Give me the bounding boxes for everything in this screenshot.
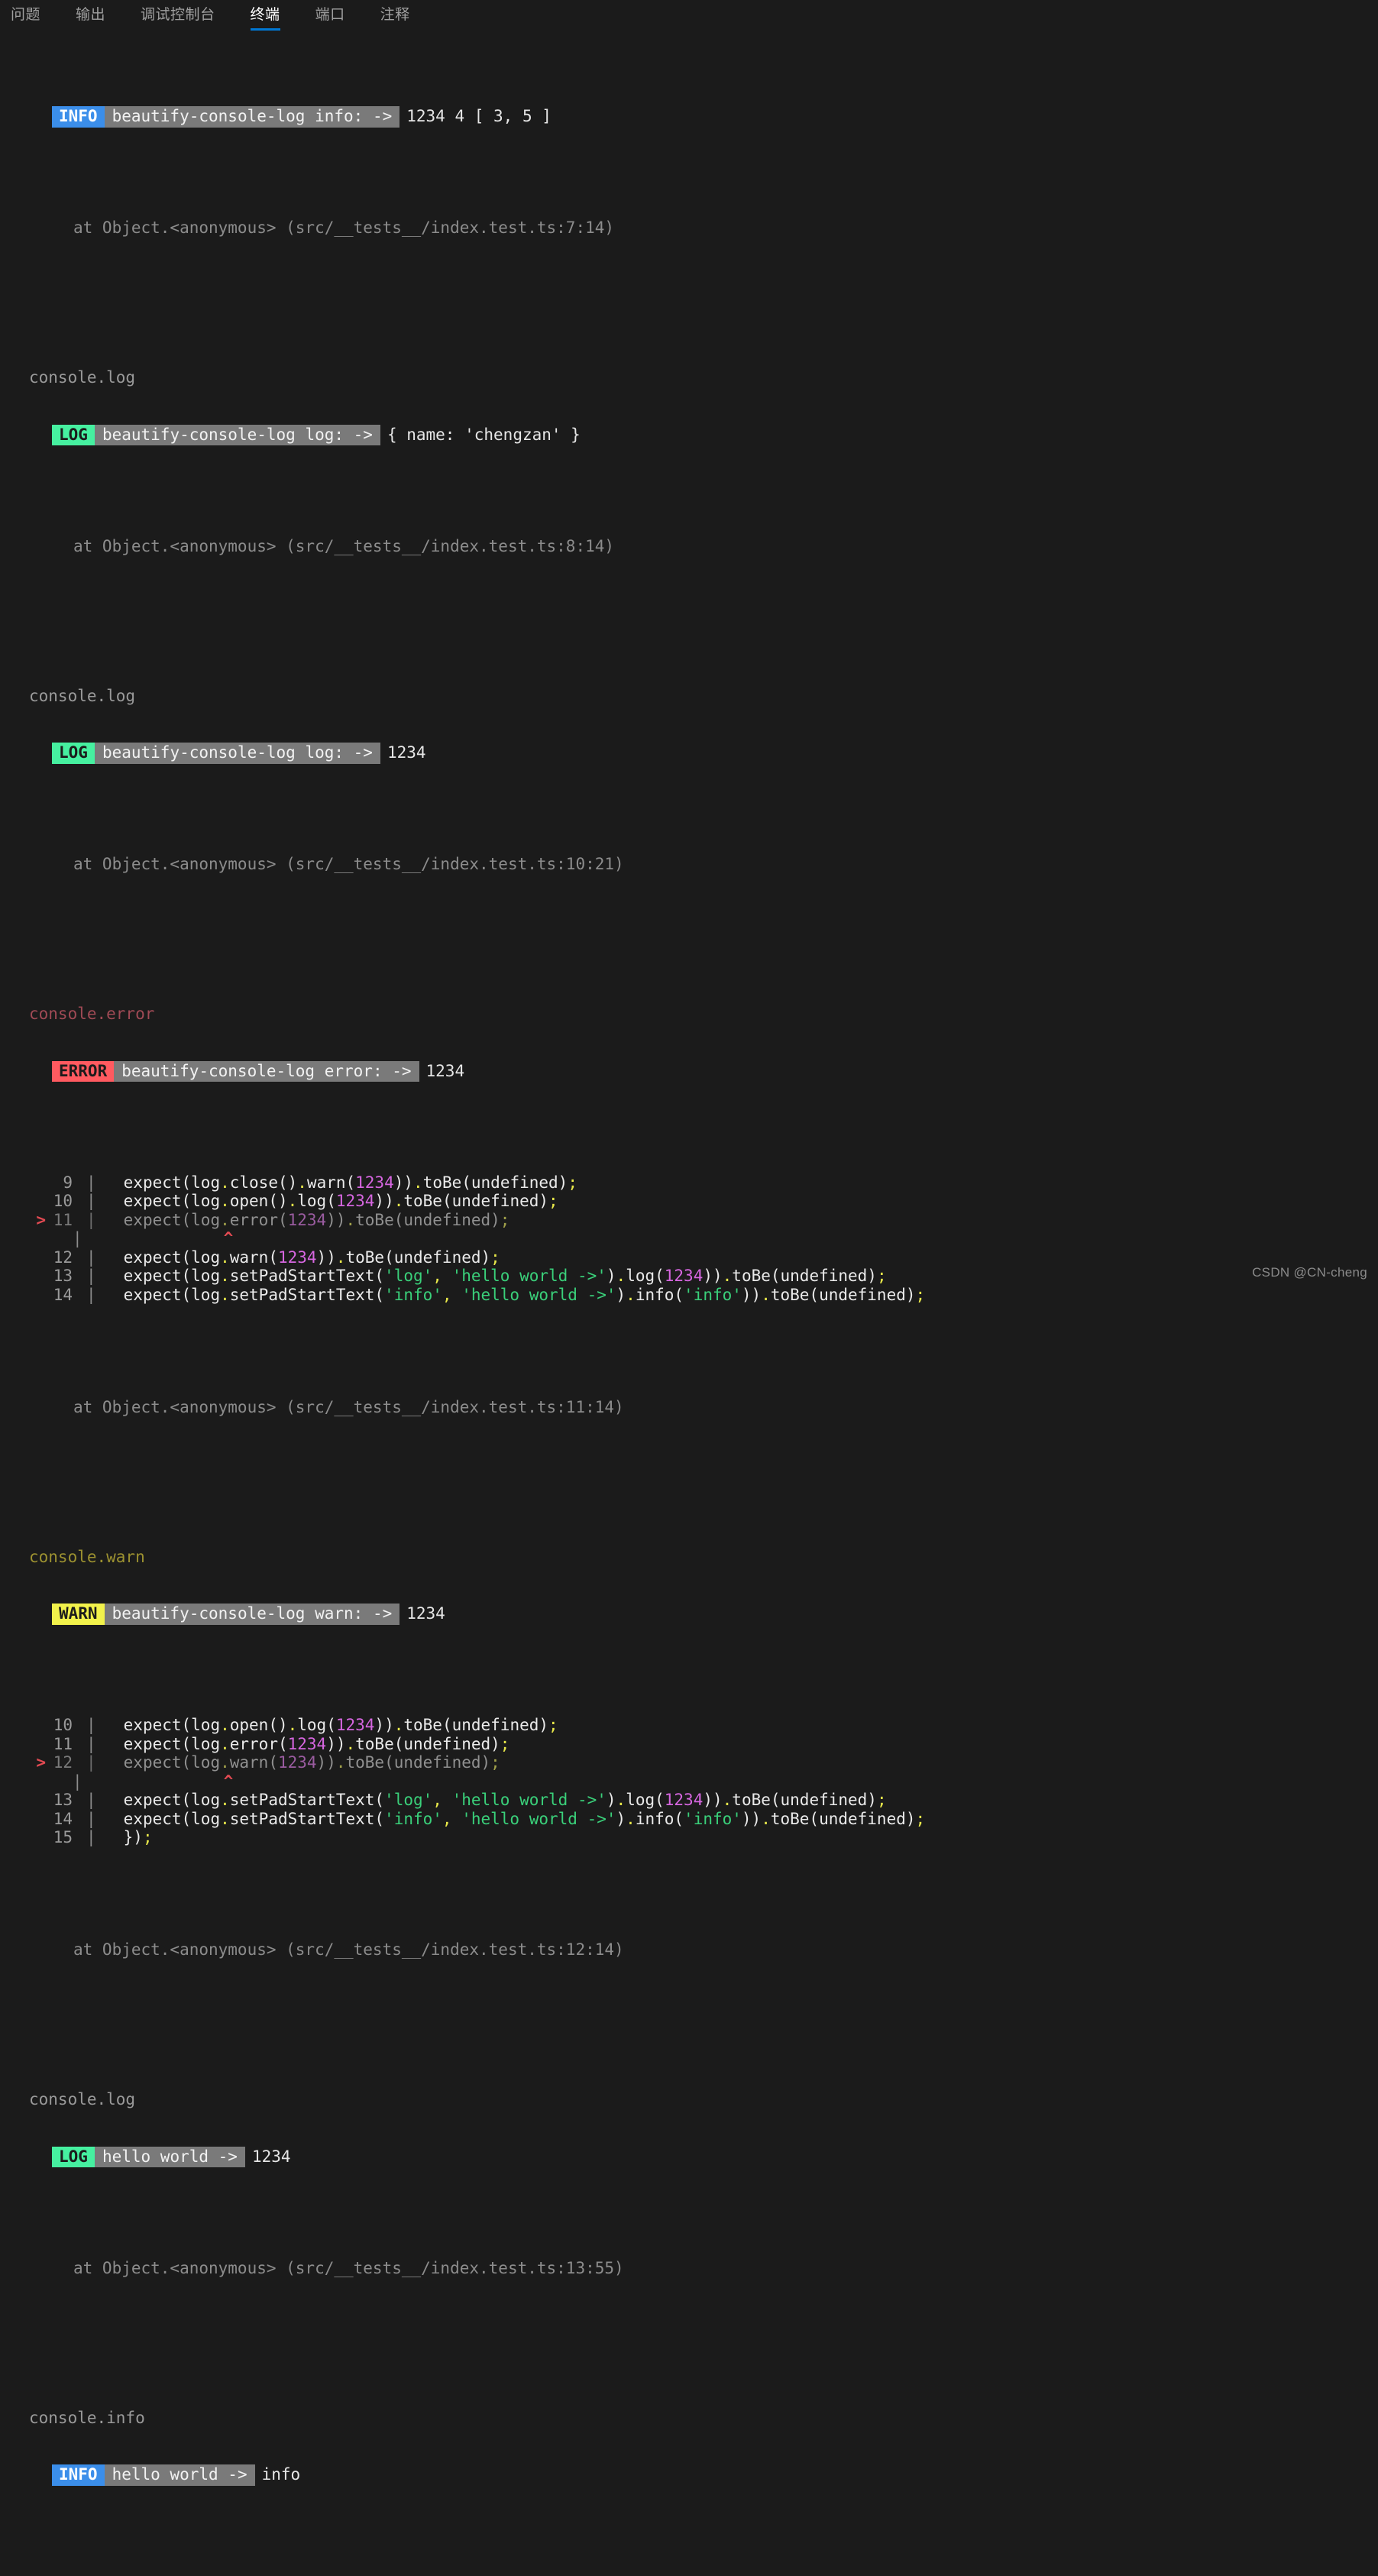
code-text: expect(log.setPadStartText('info', 'hell… [123, 1285, 926, 1304]
code-frame-line: | ^ [73, 1229, 234, 1248]
error-line-marker: > [36, 1753, 46, 1772]
log-payload: 1234 [387, 743, 426, 762]
code-text: expect(log.open().log(1234)).toBe(undefi… [123, 1192, 558, 1210]
badge-error: ERROR [52, 1060, 115, 1082]
code-frame-warn: 10 | expect(log.open().log(1234)).toBe(und… [0, 1716, 1378, 1847]
console-context-label: console.log [29, 368, 136, 387]
line-number: 14 [53, 1809, 73, 1828]
tab-output[interactable]: 输出 [76, 8, 105, 31]
log-payload: { name: 'chengzan' } [387, 425, 581, 444]
watermark: CSDN @CN-cheng [1252, 1265, 1367, 1280]
code-text: }); [123, 1828, 153, 1846]
console-context-label: console.log [29, 686, 136, 705]
code-text: expect(log.error(1234)).toBe(undefined); [123, 1210, 510, 1229]
caret-marker: ^ [223, 1229, 234, 1248]
terminal-output[interactable]: INFO beautify-console-log info: -> 1234 4 … [0, 31, 1378, 2576]
log-tag: beautify-console-log warn: -> [104, 1604, 400, 1625]
line-number: 13 [53, 1791, 73, 1809]
tab-problems[interactable]: 问题 [11, 8, 40, 31]
log-tag: hello world -> [104, 2464, 255, 2486]
log-entry-info-1: INFO beautify-console-log info: -> 1234 4 … [0, 106, 1378, 128]
error-line-marker: > [36, 1210, 46, 1229]
log-payload: 1234 4 [ 3, 5 ] [406, 107, 552, 125]
stack-line: at Object.<anonymous> (src/__tests__/ind… [73, 536, 615, 555]
log-payload: 1234 [406, 1604, 445, 1623]
badge-info: INFO [52, 2464, 105, 2486]
panel-tabbar: 问题 输出 调试控制台 终端 端口 注释 [0, 0, 1378, 31]
console-context-label: console.info [29, 2408, 145, 2427]
code-frame-line: 14 | expect(log.setPadStartText('info', 'h… [0, 1810, 1378, 1829]
console-context-label: console.error [29, 1005, 155, 1023]
badge-log: LOG [52, 743, 95, 764]
stack-line: at Object.<anonymous> (src/__tests__/ind… [73, 1940, 624, 1959]
tab-terminal[interactable]: 终端 [250, 8, 280, 31]
line-number: 13 [53, 1267, 73, 1285]
code-text: expect(log.warn(1234)).toBe(undefined); [123, 1753, 500, 1772]
code-frame-line: 15 |}); [0, 1828, 1378, 1847]
log-payload: info [261, 2465, 301, 2484]
code-frame-error: 9 | expect(log.close().warn(1234)).toBe(un… [0, 1173, 1378, 1305]
line-number: 15 [53, 1828, 73, 1846]
log-tag: beautify-console-log info: -> [104, 106, 400, 128]
code-text: expect(log.setPadStartText('log', 'hello… [123, 1791, 887, 1809]
badge-info: INFO [52, 106, 105, 128]
code-text: expect(log.open().log(1234)).toBe(undefi… [123, 1716, 558, 1734]
line-number: 10 [53, 1192, 73, 1210]
code-text: expect(log.error(1234)).toBe(undefined); [123, 1734, 510, 1753]
tab-ports[interactable]: 端口 [315, 8, 345, 31]
code-text: expect(log.warn(1234)).toBe(undefined); [123, 1248, 500, 1267]
stack-line: at Object.<anonymous> (src/__tests__/ind… [73, 855, 624, 873]
tab-debug-console[interactable]: 调试控制台 [141, 8, 215, 31]
code-frame-line: 9 | expect(log.close().warn(1234)).toBe(un… [0, 1173, 1378, 1193]
code-frame-line: >11 | expect(log.error(1234)).toBe(undefin… [36, 1210, 510, 1229]
caret-marker: ^ [223, 1772, 234, 1791]
code-frame-line: 10 | expect(log.open().log(1234)).toBe(und… [0, 1716, 1378, 1735]
log-tag: beautify-console-log error: -> [114, 1060, 419, 1082]
code-text: expect(log.close().warn(1234)).toBe(unde… [123, 1173, 577, 1192]
stack-line: at Object.<anonymous> (src/__tests__/ind… [73, 2258, 624, 2277]
badge-log: LOG [52, 424, 95, 445]
code-frame-line: 14 | expect(log.setPadStartText('info', 'h… [0, 1286, 1378, 1305]
log-entry-info-2: INFO hello world -> info [0, 2464, 1378, 2486]
line-number: 14 [53, 1285, 73, 1304]
badge-log: LOG [52, 2146, 95, 2167]
log-entry-error-1: ERROR beautify-console-log error: -> 1234 [0, 1060, 1378, 1082]
log-payload: 1234 [425, 1061, 465, 1080]
code-frame-line: 13 | expect(log.setPadStartText('log', 'he… [0, 1791, 1378, 1810]
log-tag: beautify-console-log log: -> [94, 743, 380, 764]
line-number: 9 [53, 1173, 73, 1192]
badge-warn: WARN [52, 1604, 105, 1625]
console-context-label: console.log [29, 2090, 136, 2108]
code-frame-line: 11 | expect(log.error(1234)).toBe(undefine… [0, 1735, 1378, 1754]
code-frame-line: 10 | expect(log.open().log(1234)).toBe(und… [0, 1192, 1378, 1211]
line-number: 11 [53, 1734, 73, 1753]
line-number: 11 [53, 1210, 73, 1229]
log-entry-log-1: LOG beautify-console-log log: -> { name: '… [0, 424, 1378, 445]
code-frame-line: | ^ [73, 1772, 234, 1791]
line-number: 12 [53, 1248, 73, 1267]
code-frame-line: >12 | expect(log.warn(1234)).toBe(undefine… [36, 1753, 500, 1772]
log-payload: 1234 [251, 2147, 291, 2166]
log-entry-warn-1: WARN beautify-console-log warn: -> 1234 [0, 1604, 1378, 1625]
tab-comments[interactable]: 注释 [380, 8, 410, 31]
log-tag: beautify-console-log log: -> [94, 424, 380, 445]
code-frame-line: 13 | expect(log.setPadStartText('log', 'he… [0, 1267, 1378, 1286]
line-number: 12 [53, 1753, 73, 1772]
log-entry-log-3: LOG hello world -> 1234 [0, 2146, 1378, 2167]
code-text: expect(log.setPadStartText('log', 'hello… [123, 1267, 887, 1285]
log-entry-log-2: LOG beautify-console-log log: -> 1234 [0, 743, 1378, 764]
code-text: expect(log.setPadStartText('info', 'hell… [123, 1809, 926, 1828]
stack-line: at Object.<anonymous> (src/__tests__/ind… [73, 218, 615, 237]
log-tag: hello world -> [94, 2146, 245, 2167]
console-context-label: console.warn [29, 1547, 145, 1566]
line-number: 10 [53, 1716, 73, 1734]
code-frame-line: 12 | expect(log.warn(1234)).toBe(undefined… [0, 1248, 1378, 1267]
stack-line: at Object.<anonymous> (src/__tests__/ind… [73, 1397, 624, 1416]
